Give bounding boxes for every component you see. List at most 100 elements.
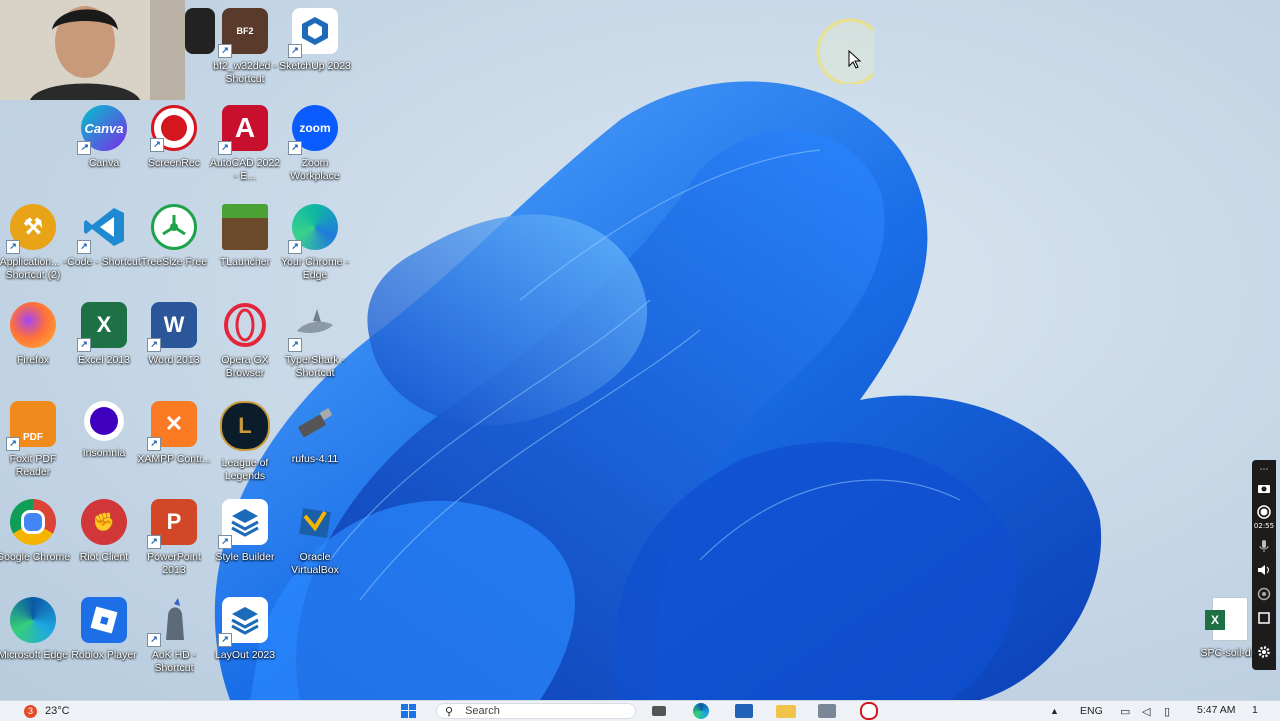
microphone-icon[interactable] [1256, 538, 1272, 554]
network-icon[interactable]: ▭ [1120, 703, 1130, 719]
desktop-icon-label: PowerPoint 2013 [147, 551, 201, 576]
desktop-icon-excel[interactable]: X ↗ Excel 2013 [69, 302, 139, 394]
desktop-icon-label: Word 2013 [148, 354, 200, 366]
desktop-icon-zoom[interactable]: zoom ↗ Zoom Workplace [280, 105, 350, 197]
volume-icon[interactable]: ◁ [1142, 703, 1150, 719]
battery-icon[interactable]: ▯ [1164, 703, 1170, 719]
desktop-icon-powerpoint[interactable]: P ↗ PowerPoint 2013 [139, 499, 209, 591]
desktop-icon-vscode[interactable]: ↗ Code - Shortcut [67, 204, 141, 296]
settings-gear-icon[interactable] [1256, 644, 1272, 660]
sketchup-icon: ↗ [288, 8, 338, 58]
word-icon: W ↗ [147, 302, 197, 352]
edge-icon: ↗ [288, 204, 338, 254]
canva-icon: Canva ↗ [77, 105, 127, 155]
task-view-button[interactable] [652, 703, 666, 719]
virtualbox-icon [292, 499, 338, 545]
desktop-icon-insomnia[interactable]: Insomnia [69, 401, 139, 493]
desktop-icon-firefox[interactable]: Firefox [0, 302, 68, 394]
desktop-icon-sketchup[interactable]: ↗ SketchUp 2023 [279, 8, 351, 100]
record-icon[interactable] [1256, 504, 1272, 520]
start-button[interactable] [400, 703, 418, 719]
desktop-icon-chrome-edge[interactable]: ↗ Your Chrome - Edge [280, 204, 350, 296]
desktop-icon-label: AutoCAD 2022 - E... [209, 157, 281, 182]
layout-icon: ↗ [218, 597, 268, 647]
desktop-icon-label: rufus-4.11 [291, 453, 339, 465]
desktop-icon-roblox[interactable]: Roblox Player [69, 597, 139, 689]
camera-icon[interactable] [1256, 480, 1272, 496]
task-view-icon [652, 706, 666, 716]
desktop-icon-label: Insomnia [82, 447, 126, 459]
taskbar-file-explorer[interactable] [776, 703, 796, 719]
desktop-icon-virtualbox[interactable]: Oracle VirtualBox [280, 499, 350, 591]
desktop-icon-aok-hd[interactable]: ↗ AoK HD - Shortcut [139, 597, 209, 689]
desktop-icon-label: XAMPP Contr... [137, 453, 211, 465]
desktop-icon-canva[interactable]: Canva ↗ Canva [69, 105, 139, 197]
style-builder-icon: ↗ [218, 499, 268, 549]
pointer-arrow-icon [848, 50, 862, 69]
desktop-icon-label: SketchUp 2023 [279, 60, 351, 72]
vscode-icon: ↗ [77, 204, 127, 254]
weather-widget[interactable]: 3 23°C [24, 703, 70, 719]
speaker-icon[interactable] [1256, 562, 1272, 578]
powerpoint-icon: P ↗ [147, 499, 197, 549]
treesize-icon [151, 204, 197, 250]
tray-overflow-chevron[interactable]: ▲ [1050, 703, 1059, 719]
taskbar: 3 23°C ⚲ Search ▲ ENG ▭ ◁ ▯ 5:47 AM 1 [0, 700, 1280, 721]
desktop-icon-screenrec[interactable]: ↗ ScreenRec [139, 105, 209, 197]
usb-drive-icon [292, 401, 338, 447]
grass-block-icon [222, 204, 268, 250]
desktop-icon-autocad[interactable]: A ↗ AutoCAD 2022 - E... [210, 105, 280, 197]
weather-temperature: 23°C [45, 705, 70, 717]
desktop-icon-xampp[interactable]: ✕ ↗ XAMPP Contr... [137, 401, 211, 493]
edge-icon [10, 597, 56, 643]
taskbar-store[interactable] [735, 703, 753, 719]
desktop-icon-layout[interactable]: ↗ LayOut 2023 [210, 597, 280, 689]
webcam-toggle-icon[interactable] [1256, 586, 1272, 602]
taskbar-app[interactable] [818, 703, 836, 719]
recording-timer: 02:55 [1253, 522, 1275, 530]
desktop-icon-application[interactable]: ⚒ ↗ Application... - Shortcut (2) [0, 204, 68, 296]
desktop-icon-word[interactable]: W ↗ Word 2013 [139, 302, 209, 394]
desktop-icon-opera-gx[interactable]: Opera GX Browser [210, 302, 280, 394]
panel-menu-icon[interactable]: ⋯ [1256, 462, 1272, 478]
desktop-icon-typershark[interactable]: ↗ TyperShark - Shortcut [280, 302, 350, 394]
excel-file-icon: X [1205, 597, 1248, 641]
desktop-icon-bf2[interactable]: BF2 ↗ bf2_w32ded - Shortcut [210, 8, 280, 100]
screen-recorder-panel: ⋯ 02:55 [1252, 460, 1276, 670]
desktop-icon-style-builder[interactable]: ↗ Style Builder [210, 499, 280, 591]
language-indicator[interactable]: ENG [1080, 703, 1103, 719]
desktop-icon-label: Firefox [16, 354, 50, 366]
desktop-icon-label: LayOut 2023 [214, 649, 276, 661]
desktop-icon-label: Excel 2013 [78, 354, 130, 366]
clock-date[interactable]: 1 [1252, 702, 1258, 718]
desktop-icon-label: Style Builder [215, 551, 275, 563]
desktop-icon-label: TyperShark - Shortcut [284, 354, 346, 379]
desktop-icon-lol[interactable]: L League of Legends [210, 401, 280, 493]
knight-icon: ↗ [147, 597, 197, 647]
webcam-overlay [0, 0, 185, 100]
desktop-icon-edge[interactable]: Microsoft Edge [0, 597, 68, 689]
clock-time[interactable]: 5:47 AM [1197, 702, 1236, 718]
taskbar-screenrec[interactable] [860, 702, 878, 720]
zoom-icon: zoom ↗ [288, 105, 338, 155]
desktop-icon-label: Canva [88, 157, 120, 169]
app-icon [818, 704, 836, 718]
taskbar-edge[interactable] [693, 703, 709, 719]
desktop-icon-label: Code - Shortcut [67, 256, 141, 268]
desktop-icon-label: Application... - Shortcut (2) [0, 256, 67, 281]
desktop-icon-tlauncher[interactable]: TLauncher [210, 204, 280, 296]
excel-icon: X ↗ [77, 302, 127, 352]
desktop-icon-chrome[interactable]: Google Chrome [0, 499, 70, 591]
desktop-icon-rufus[interactable]: rufus-4.11 [280, 401, 350, 493]
desktop-icon-label: Riot Client [79, 551, 129, 563]
record-icon: ↗ [150, 105, 197, 152]
foxit-icon: PDF ↗ [6, 401, 56, 451]
window-icon[interactable] [1256, 610, 1272, 626]
search-box[interactable]: ⚲ Search [436, 703, 636, 719]
desktop-icon-label: Oracle VirtualBox [291, 551, 339, 576]
desktop-icon-riot[interactable]: ✊ Riot Client [69, 499, 139, 591]
desktop-icon-treesize[interactable]: TreeSize Free [139, 204, 209, 296]
desktop-icon-foxit[interactable]: PDF ↗ Foxit PDF Reader [0, 401, 68, 493]
weather-badge: 3 [24, 704, 37, 718]
riot-fist-icon: ✊ [81, 499, 127, 545]
